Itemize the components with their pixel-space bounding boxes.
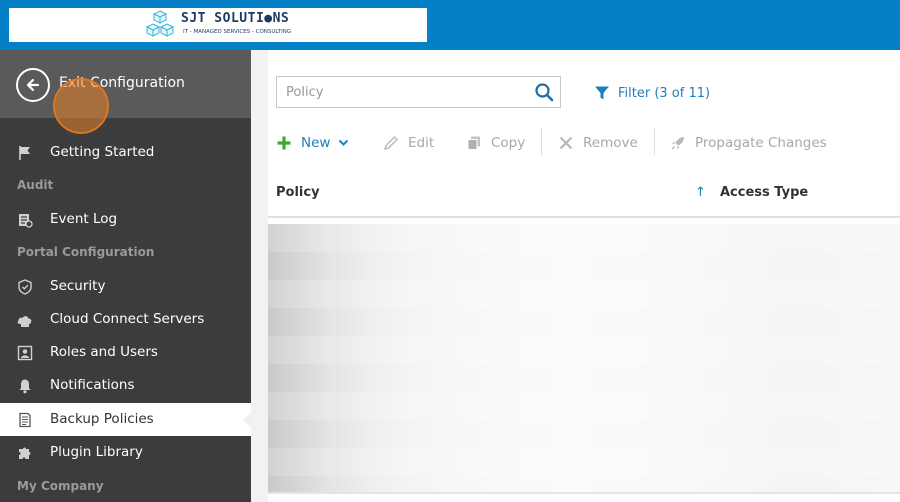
close-icon — [559, 136, 573, 150]
click-indicator — [53, 78, 109, 134]
chevron-down-icon — [339, 139, 349, 146]
propagate-changes-label: Propagate Changes — [695, 135, 827, 151]
sidebar-item-label: Getting Started — [50, 144, 155, 160]
filter-button[interactable]: Filter (3 of 11) — [594, 83, 710, 103]
new-button-label: New — [301, 135, 331, 151]
table-header-divider — [268, 216, 900, 218]
company-logo: SJT SOLUTI●NS IT - MANAGED SERVICES - CO… — [9, 8, 427, 42]
copy-icon — [467, 136, 480, 150]
logo-subtitle: IT - MANAGED SERVICES - CONSULTING — [183, 29, 292, 35]
document-icon — [16, 411, 34, 429]
rocket-icon — [671, 137, 684, 150]
sidebar: Exit Configuration Getting Started Audit… — [0, 50, 251, 502]
sidebar-item-label: Plugin Library — [50, 444, 143, 460]
sidebar-item-getting-started[interactable]: Getting Started — [0, 136, 251, 169]
column-header-access-type[interactable]: Access Type — [720, 185, 808, 200]
policy-search-input[interactable] — [277, 77, 527, 107]
table-row[interactable] — [268, 224, 900, 252]
sidebar-item-label: Backup Policies — [50, 411, 154, 427]
edit-button[interactable]: Edit — [383, 133, 434, 153]
search-box — [276, 76, 561, 108]
arrow-left-circle-icon — [16, 68, 50, 102]
copy-button[interactable]: Copy — [466, 133, 525, 153]
section-label-my-company: My Company — [17, 479, 104, 493]
puzzle-icon — [16, 444, 34, 462]
log-icon — [16, 211, 34, 229]
sidebar-item-plugin-library[interactable]: Plugin Library — [0, 436, 251, 469]
toolbar-divider — [541, 128, 542, 155]
filter-label: Filter (3 of 11) — [618, 85, 711, 101]
search-icon[interactable] — [534, 82, 554, 102]
logo-title: SJT SOLUTI●NS — [181, 11, 290, 26]
propagate-changes-button[interactable]: Propagate Changes — [670, 133, 827, 153]
table-row[interactable] — [268, 392, 900, 420]
filter-icon — [595, 86, 609, 100]
bell-icon — [16, 377, 34, 395]
sidebar-item-label: Event Log — [50, 211, 118, 227]
toolbar-divider — [654, 128, 655, 155]
top-header-bar: SJT SOLUTI●NS IT - MANAGED SERVICES - CO… — [0, 0, 900, 50]
panel-gutter — [251, 50, 268, 502]
sidebar-item-backup-policies[interactable]: Backup Policies — [0, 403, 251, 436]
column-header-policy[interactable]: Policy — [276, 185, 320, 200]
cloud-icon — [16, 311, 34, 329]
exit-configuration-button[interactable]: Exit Configuration — [0, 50, 251, 118]
shield-icon — [16, 278, 34, 296]
edit-button-label: Edit — [408, 135, 435, 151]
flag-icon — [16, 144, 34, 162]
table-body-obscured — [268, 224, 900, 492]
sidebar-item-label: Notifications — [50, 377, 135, 393]
table-row[interactable] — [268, 280, 900, 308]
remove-button-label: Remove — [583, 135, 638, 151]
pencil-icon — [383, 136, 398, 151]
table-row[interactable] — [268, 336, 900, 364]
sidebar-item-label: Roles and Users — [50, 344, 158, 360]
id-card-icon — [16, 344, 34, 362]
sidebar-item-cloud-connect-servers[interactable]: Cloud Connect Servers — [0, 303, 251, 336]
sidebar-item-security[interactable]: Security — [0, 270, 251, 303]
plus-icon — [277, 136, 291, 150]
section-label-audit: Audit — [17, 178, 54, 192]
sort-ascending-icon[interactable]: ↑ — [695, 185, 706, 200]
sidebar-item-event-log[interactable]: Event Log — [0, 203, 251, 236]
cubes-logo-icon — [145, 10, 175, 37]
sidebar-item-label: Security — [50, 278, 106, 294]
new-button[interactable]: New — [276, 133, 349, 153]
sidebar-item-notifications[interactable]: Notifications — [0, 369, 251, 402]
table-row[interactable] — [268, 448, 900, 476]
copy-button-label: Copy — [491, 135, 526, 151]
table-bottom-divider — [268, 492, 900, 494]
section-label-portal-configuration: Portal Configuration — [17, 245, 155, 259]
sidebar-item-roles-and-users[interactable]: Roles and Users — [0, 336, 251, 369]
sidebar-item-label: Cloud Connect Servers — [50, 311, 205, 327]
remove-button[interactable]: Remove — [558, 133, 638, 153]
